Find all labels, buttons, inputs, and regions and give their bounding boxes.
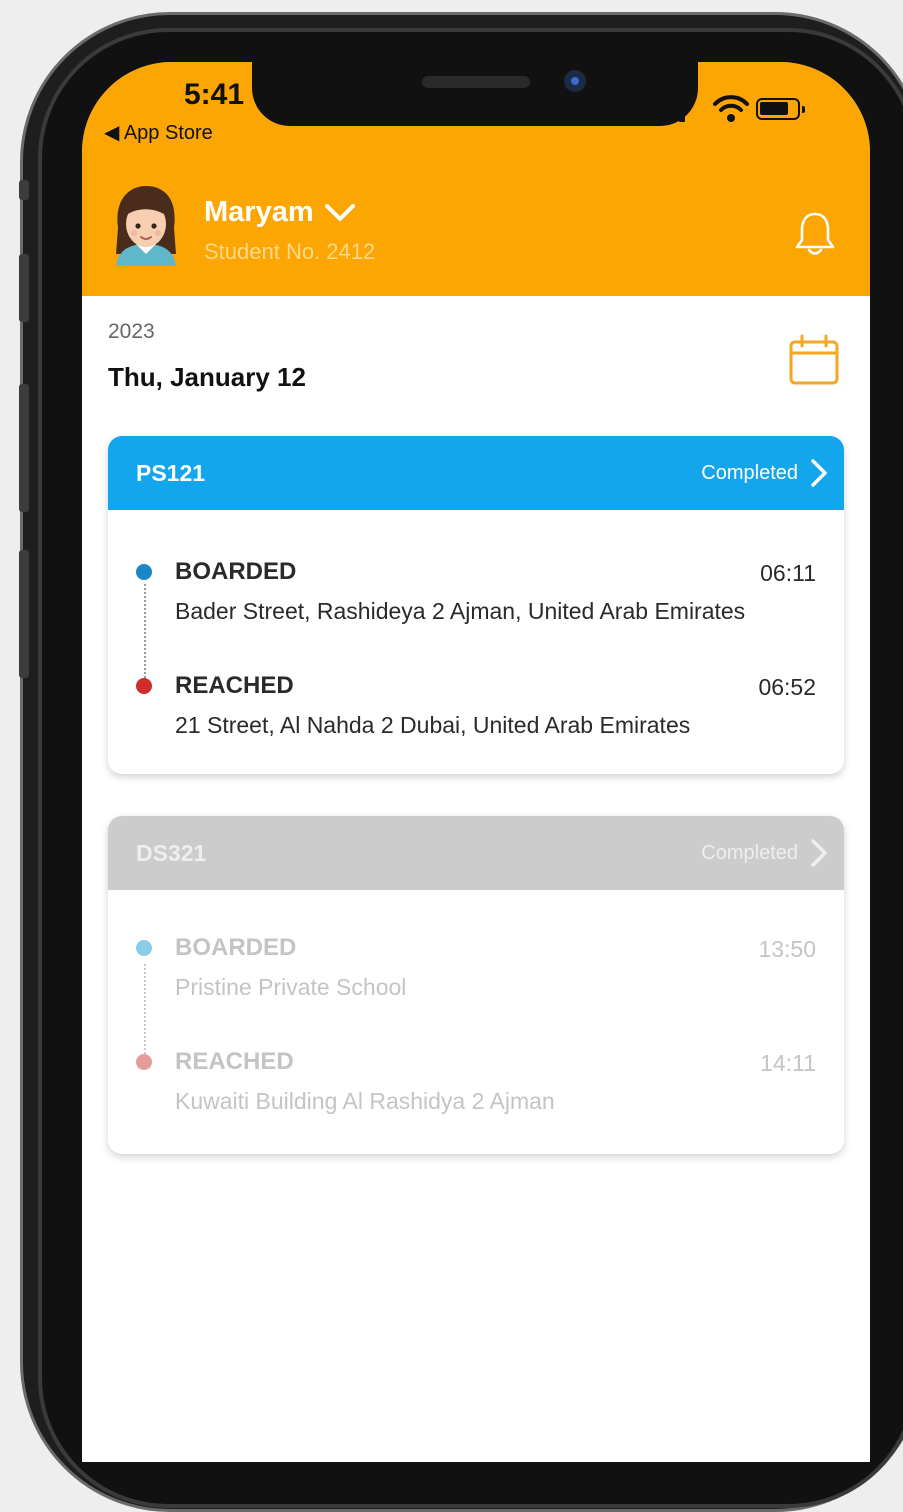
boarded-dot xyxy=(136,564,152,580)
trip-timeline: BOARDED 06:11 Bader Street, Rashideya 2 … xyxy=(108,510,844,774)
chevron-right-icon xyxy=(811,839,827,867)
event-time: 06:11 xyxy=(760,560,816,586)
phone-side-button xyxy=(19,384,29,512)
event-title: REACHED xyxy=(175,672,294,699)
event-address: Pristine Private School xyxy=(175,974,407,1000)
trip-code: DS321 xyxy=(136,839,207,866)
reached-dot xyxy=(136,678,152,694)
selected-year: 2023 xyxy=(108,320,155,343)
chevron-down-icon xyxy=(324,203,355,221)
event-address: Kuwaiti Building Al Rashidya 2 Ajman xyxy=(175,1088,555,1114)
student-avatar[interactable] xyxy=(110,184,182,266)
wifi-icon xyxy=(713,95,749,122)
phone-side-button xyxy=(19,550,29,678)
event-title: BOARDED xyxy=(175,558,297,585)
trip-card[interactable]: PS121 Completed BOARDED 06:11 Bader Stre… xyxy=(108,436,844,774)
student-number: Student No. 2412 xyxy=(204,239,376,264)
event-address: 21 Street, Al Nahda 2 Dubai, United Arab… xyxy=(175,712,691,738)
trip-status: Completed xyxy=(701,458,828,488)
event-title: BOARDED xyxy=(175,934,297,961)
selected-date: Thu, January 12 xyxy=(108,362,306,392)
status-indicators xyxy=(668,92,818,126)
event-time: 14:11 xyxy=(760,1050,816,1076)
front-camera xyxy=(564,70,586,92)
signal-icon xyxy=(670,107,685,122)
event-time: 06:52 xyxy=(758,674,816,700)
student-name: Maryam xyxy=(204,196,314,228)
timeline-connector xyxy=(144,584,146,682)
phone-side-button xyxy=(19,180,29,200)
trip-card[interactable]: DS321 Completed BOARDED 13:50 Pristine P… xyxy=(108,816,844,1154)
bell-icon[interactable] xyxy=(792,210,838,258)
boarded-dot xyxy=(136,940,152,956)
event-time: 13:50 xyxy=(758,936,816,962)
back-to-app-store-link[interactable]: ◀ App Store xyxy=(104,120,213,145)
trip-timeline: BOARDED 13:50 Pristine Private School RE… xyxy=(108,890,844,1154)
trip-card-header[interactable]: DS321 Completed xyxy=(108,816,844,890)
speaker-grille xyxy=(422,76,530,88)
battery-icon xyxy=(756,98,805,120)
status-time: 5:41 xyxy=(184,78,245,111)
trip-status: Completed xyxy=(701,838,828,868)
phone-notch xyxy=(252,62,698,126)
event-title: REACHED xyxy=(175,1048,294,1075)
trip-status-label: Completed xyxy=(701,461,798,484)
trip-card-header[interactable]: PS121 Completed xyxy=(108,436,844,510)
app-screen: 5:41 ◀ App Store Maryam Student No. 2412… xyxy=(82,62,870,1462)
trip-code: PS121 xyxy=(136,459,206,486)
trip-status-label: Completed xyxy=(701,841,798,864)
phone-side-button xyxy=(19,254,29,322)
app-header: 5:41 ◀ App Store Maryam Student No. 2412 xyxy=(82,62,870,296)
reached-dot xyxy=(136,1054,152,1070)
calendar-icon[interactable] xyxy=(788,334,840,386)
chevron-right-icon xyxy=(811,459,827,487)
student-switcher[interactable]: Maryam xyxy=(204,196,356,229)
event-address: Bader Street, Rashideya 2 Ajman, United … xyxy=(175,598,746,624)
timeline-connector xyxy=(144,964,146,1062)
